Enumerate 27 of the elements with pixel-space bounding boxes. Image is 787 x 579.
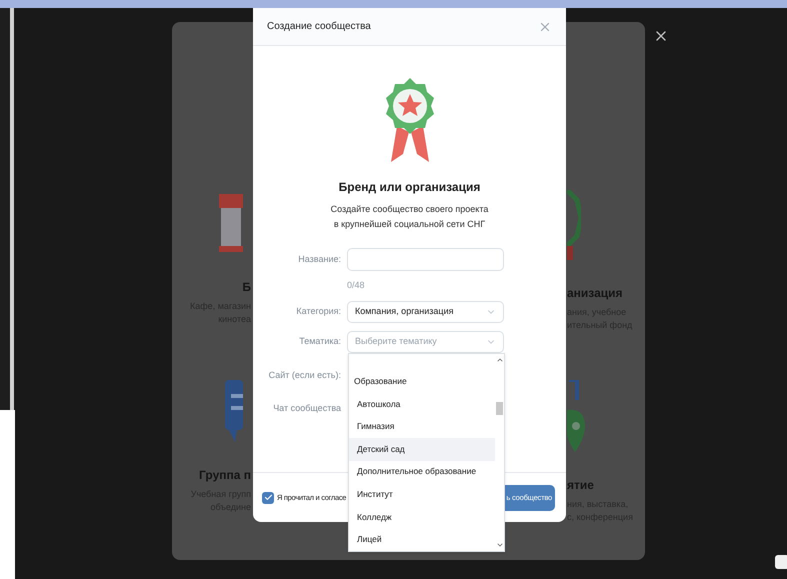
select-field[interactable]: Компания, организация bbox=[347, 300, 504, 322]
dropdown-option[interactable]: Детский сад bbox=[349, 438, 495, 460]
dialog-subtitle: в крупнейшей социальной сети СНГ bbox=[334, 218, 486, 231]
agreement-checkbox[interactable] bbox=[262, 492, 274, 504]
character-counter: 0/48 bbox=[347, 279, 366, 292]
scroll-down-icon[interactable] bbox=[496, 541, 504, 549]
dialog-title: Создание сообщества bbox=[267, 20, 371, 34]
dropdown-option[interactable]: Лицей bbox=[349, 528, 495, 551]
scrollbar-thumb[interactable] bbox=[496, 402, 503, 415]
dialog-subtitle: Создайте сообщество своего проекта bbox=[330, 203, 488, 216]
check-icon bbox=[264, 493, 272, 502]
scroll-button[interactable] bbox=[775, 555, 787, 569]
dropdown-group-label: Образование bbox=[353, 374, 408, 388]
location-pin-icon bbox=[567, 380, 587, 452]
field-label: Чат сообщества bbox=[272, 402, 341, 415]
dropdown-option[interactable]: Гимназия bbox=[349, 415, 495, 438]
scroll-up-icon[interactable] bbox=[496, 356, 504, 364]
dropdown-option[interactable]: Дополнительное образование bbox=[349, 460, 495, 484]
field-label: Категория: bbox=[295, 304, 341, 318]
field-label: Название: bbox=[297, 252, 341, 266]
field-label: Сайт (если есть): bbox=[268, 368, 341, 382]
badge-icon bbox=[567, 190, 581, 260]
name-input-field[interactable] bbox=[347, 248, 504, 271]
dropdown-option[interactable]: Автошкола bbox=[349, 392, 495, 416]
dialog-heading: Бренд или организация bbox=[338, 179, 480, 196]
field-label: Тематика: bbox=[298, 334, 341, 348]
chat-bubble-icon bbox=[225, 380, 243, 442]
